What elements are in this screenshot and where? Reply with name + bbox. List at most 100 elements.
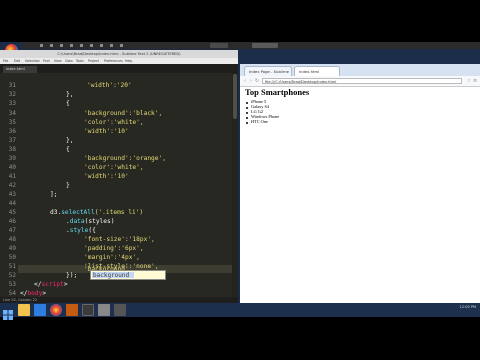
menu-item[interactable]: Find: [43, 59, 50, 63]
reload-icon[interactable]: ↻: [254, 78, 260, 84]
app-icon[interactable]: [98, 304, 110, 316]
code-line: }: [66, 182, 70, 189]
menu-item[interactable]: Preferences: [104, 59, 123, 63]
line-number: 43: [8, 191, 16, 198]
autocomplete-item[interactable]: background: [93, 272, 129, 279]
toolbar-dot-icon[interactable]: [120, 44, 123, 47]
editor-scroll-thumb[interactable]: [233, 74, 237, 119]
bullet: [246, 122, 248, 124]
browser-window: [240, 64, 480, 303]
code-token: 'font-size':'18px',: [84, 236, 155, 243]
code-token: script: [41, 281, 64, 288]
code-line: {: [66, 100, 70, 107]
line-number: 50: [8, 254, 16, 261]
sublime-text-icon[interactable]: [82, 304, 94, 316]
code-line: 'width':'10': [84, 173, 129, 180]
menu-item[interactable]: File: [3, 59, 8, 63]
toolbar-dot-icon[interactable]: [40, 44, 43, 47]
toolbar-dot-icon[interactable]: [60, 44, 63, 47]
code-line: });: [66, 272, 78, 279]
line-number: 44: [8, 200, 16, 207]
app-icon[interactable]: [114, 304, 126, 316]
app-icon[interactable]: [66, 304, 78, 316]
code-token: ({: [88, 227, 96, 234]
code-token: 'margin':'4px',: [84, 254, 140, 261]
toolbar-tab[interactable]: [210, 43, 228, 48]
code-token: 'background':'orange',: [84, 155, 166, 162]
line-number: 48: [8, 236, 16, 243]
line-number: 42: [8, 182, 16, 189]
line-number: 37: [8, 137, 16, 144]
address-bar[interactable]: file:///C:/Users/Brad/Desktop/index.html: [262, 78, 462, 84]
code-line: 'color':'white',: [84, 119, 144, 126]
menu-icon[interactable]: ≡: [472, 78, 478, 84]
list-item: HTC One: [251, 119, 268, 124]
code-token: d3.: [50, 209, 62, 216]
code-line: .style({: [66, 227, 96, 234]
code-token: 'padding':'6px',: [84, 245, 144, 252]
line-number: 47: [8, 227, 16, 234]
code-token: 'color':'white',: [84, 164, 144, 171]
bullet: [246, 102, 248, 104]
menu-item[interactable]: Tools: [76, 59, 84, 63]
code-line: 'font-size':'18px',: [84, 236, 155, 243]
code-line: ];: [50, 191, 58, 198]
line-number: 51: [8, 263, 16, 270]
toolbar-dot-icon[interactable]: [80, 44, 83, 47]
toolbar-dot-icon[interactable]: [70, 44, 73, 47]
line-number: 33: [8, 100, 16, 107]
browser-tab[interactable]: Index Page - Sublime Text: [244, 66, 292, 83]
ie-icon[interactable]: [34, 304, 46, 316]
code-token: style: [69, 227, 89, 234]
line-number: 40: [8, 164, 16, 171]
code-token: 'width':'10': [84, 128, 129, 135]
line-number: 46: [8, 218, 16, 225]
toolbar-dot-icon[interactable]: [90, 44, 93, 47]
bullet: [246, 107, 248, 109]
code-token: (styles): [84, 218, 115, 225]
line-number: 32: [8, 91, 16, 98]
code-token: data: [69, 218, 85, 225]
code-line: {: [66, 146, 70, 153]
code-line: </body>: [20, 290, 46, 297]
menu-item[interactable]: Goto: [65, 59, 73, 63]
code-line: },: [66, 91, 74, 98]
code-token: >: [42, 290, 47, 297]
toolbar-dot-icon[interactable]: [100, 44, 103, 47]
line-number: 34: [8, 110, 16, 117]
code-token: 'width':'10': [84, 173, 129, 180]
toolbar-dot-icon[interactable]: [110, 44, 113, 47]
code-line: 'padding':'6px',: [84, 245, 144, 252]
line-number: 31: [8, 82, 16, 89]
code-line: 'margin':'4px',: [84, 254, 140, 261]
windows-start-icon[interactable]: [3, 305, 13, 320]
menu-item[interactable]: Selection: [25, 59, 40, 63]
browser-tab[interactable]: index.html: [294, 66, 340, 76]
line-number: 49: [8, 245, 16, 252]
code-token: ('.items li'): [94, 209, 144, 216]
code-line: 'color':'white',: [84, 164, 144, 171]
toolbar-tab[interactable]: [252, 43, 278, 48]
code-line: d3.selectAll('.items li'): [50, 209, 143, 216]
autocomplete-popup[interactable]: background: [90, 270, 166, 280]
code-line: </script>: [34, 281, 68, 288]
menu-item[interactable]: Edit: [14, 59, 20, 63]
toolbar-dot-icon[interactable]: [50, 44, 53, 47]
menu-item[interactable]: View: [54, 59, 62, 63]
code-token: selectAll: [61, 209, 95, 216]
editor-file-tab[interactable]: index.html: [3, 66, 37, 73]
code-token: 'color':'white',: [84, 119, 144, 126]
file-explorer-icon[interactable]: [18, 304, 30, 316]
code-line: 'background':'orange',: [84, 155, 166, 162]
line-number: 54: [8, 290, 16, 297]
line-number: 52: [8, 272, 16, 279]
code-token: >: [63, 281, 68, 288]
menu-item[interactable]: Help: [125, 59, 132, 63]
line-number: 41: [8, 173, 16, 180]
code-line: },: [66, 137, 74, 144]
chrome-icon[interactable]: [50, 304, 62, 316]
code-token: body: [27, 290, 43, 297]
system-tray-clock[interactable]: 12:00 PM: [430, 305, 476, 315]
code-line: 'width':'10': [84, 128, 129, 135]
menu-item[interactable]: Project: [88, 59, 99, 63]
